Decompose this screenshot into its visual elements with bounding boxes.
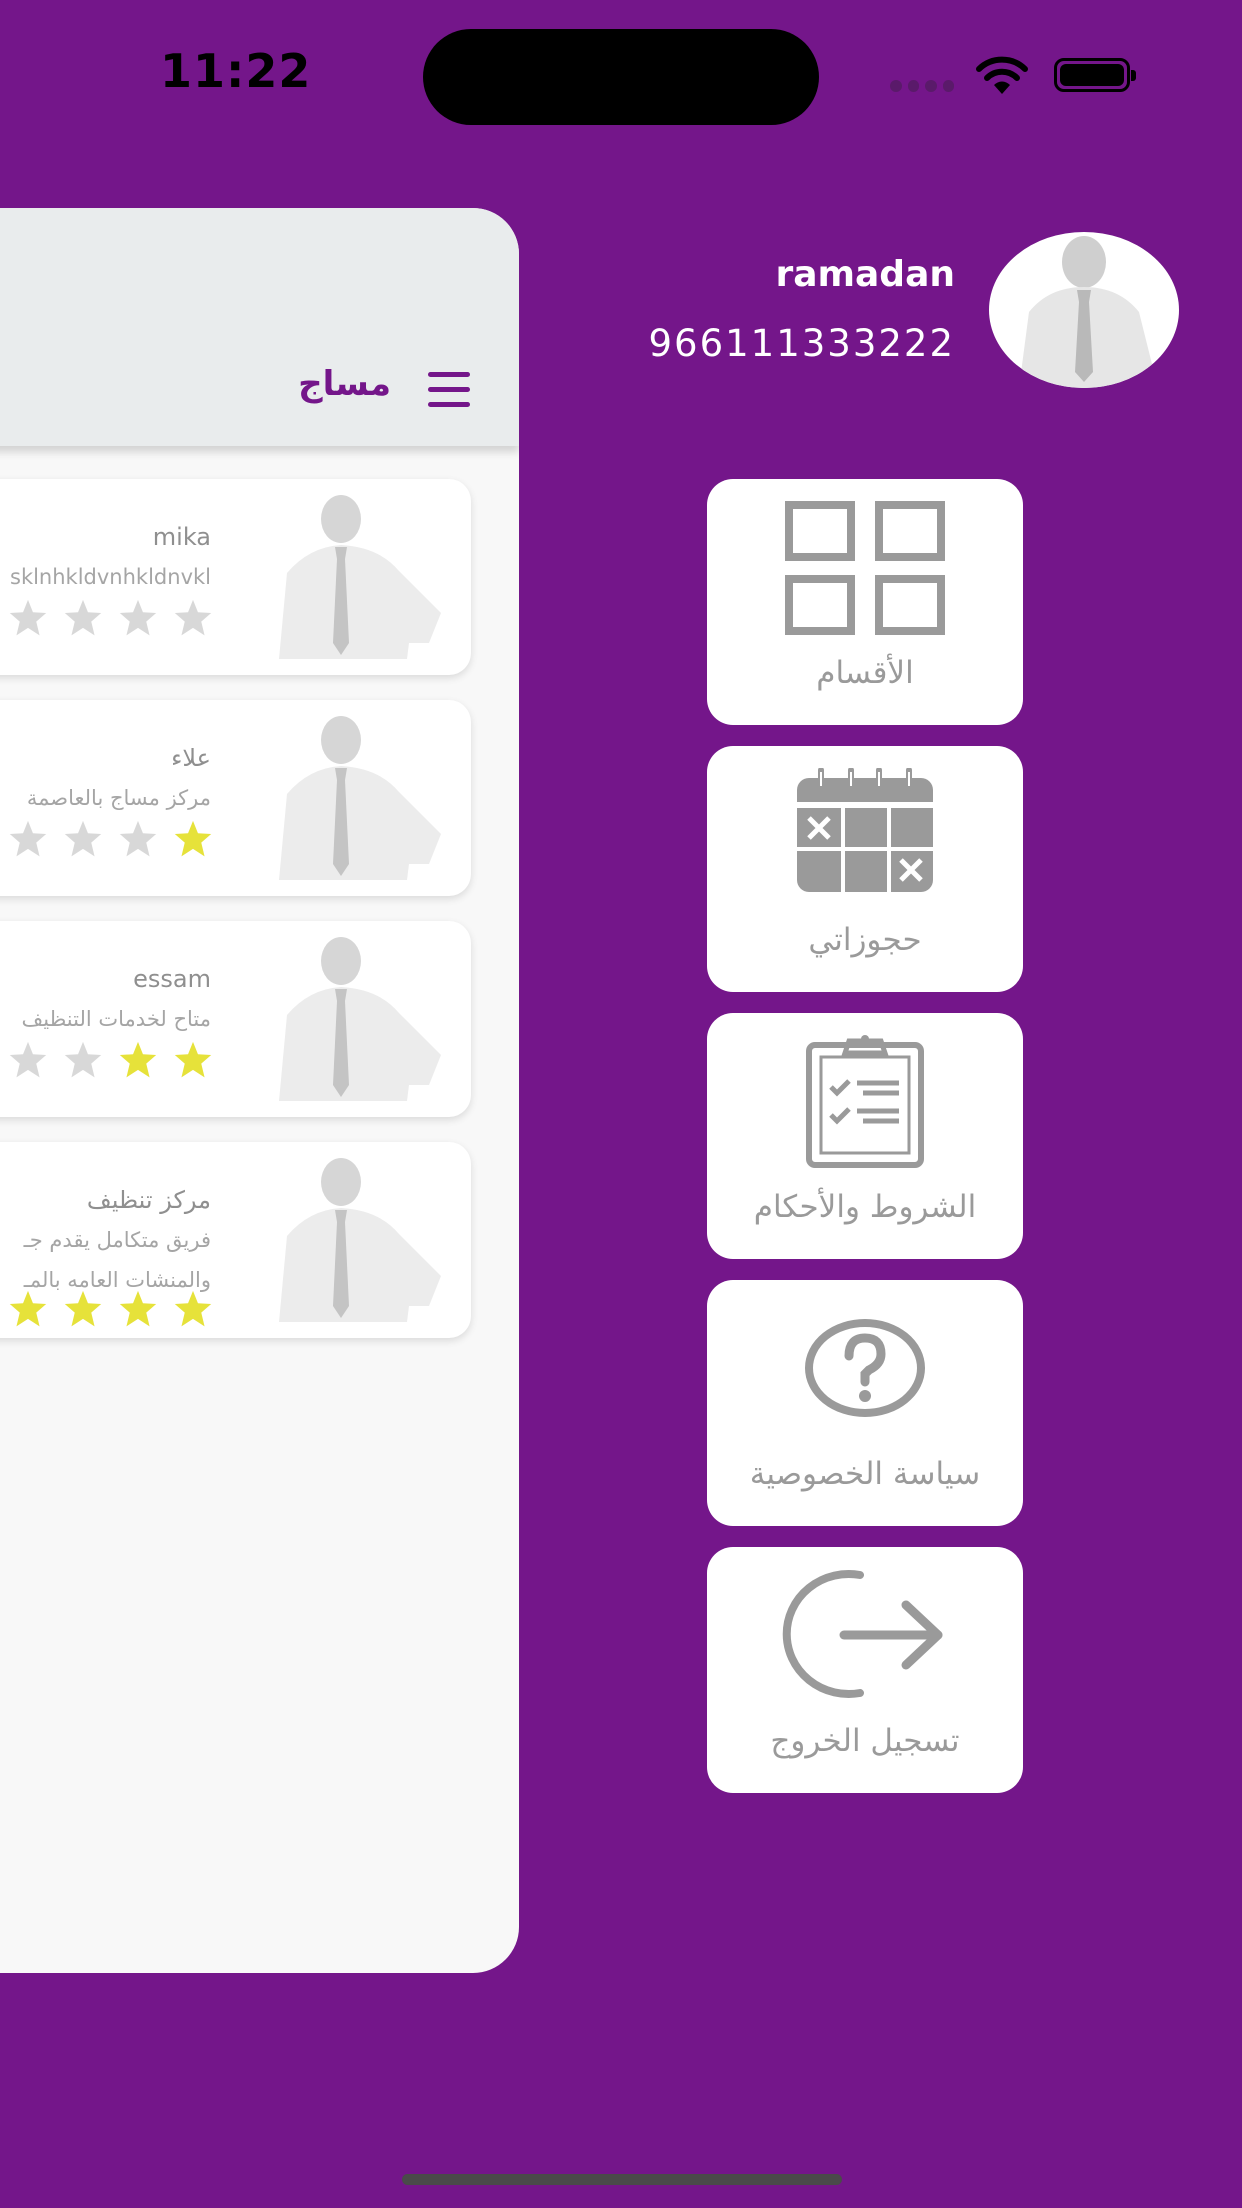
- menu-item-label: حجوزاتي: [808, 922, 922, 958]
- signal-icon: [890, 80, 954, 94]
- logout-icon: [782, 1570, 943, 1698]
- menu-item-label: تسجيل الخروج: [770, 1723, 960, 1759]
- status-time: 11:22: [160, 44, 312, 98]
- provider-description-line2: والمنشات العامه بالمـ: [23, 1268, 211, 1292]
- provider-avatar: [269, 1156, 444, 1322]
- profile-name: ramadan: [775, 254, 955, 295]
- provider-description: مركز مساج بالعاصمة: [26, 786, 211, 810]
- grid-icon: [785, 501, 945, 635]
- star-icon: [8, 599, 48, 641]
- provider-name: علاء: [171, 744, 211, 772]
- rating-stars: [8, 1041, 213, 1083]
- star-icon: [118, 820, 158, 862]
- star-icon: [63, 1290, 103, 1332]
- provider-avatar: [269, 493, 444, 659]
- star-icon: [173, 1290, 213, 1332]
- provider-avatar: [269, 714, 444, 880]
- provider-name: مركز تنظيف: [86, 1186, 211, 1214]
- page-title: مساج: [298, 364, 391, 404]
- question-circle-icon: [805, 1319, 925, 1417]
- wifi-icon: [976, 56, 1028, 94]
- star-icon: [8, 1290, 48, 1332]
- menu-item-sections[interactable]: الأقسام: [707, 479, 1023, 725]
- star-icon: [173, 599, 213, 641]
- star-icon: [63, 1041, 103, 1083]
- provider-avatar: [269, 935, 444, 1101]
- menu-item-label: الشروط والأحكام: [753, 1189, 977, 1225]
- provider-card[interactable]: mika sklnhkldvnhkldnvkl: [0, 479, 471, 675]
- provider-name: essam: [133, 965, 211, 993]
- menu-item-label: الأقسام: [816, 655, 914, 691]
- star-icon: [63, 599, 103, 641]
- profile-avatar[interactable]: [989, 232, 1179, 388]
- provider-name: mika: [152, 523, 211, 551]
- star-icon: [118, 599, 158, 641]
- app-header: مساج: [0, 208, 519, 446]
- star-icon: [173, 820, 213, 862]
- menu-item-label: سياسة الخصوصية: [749, 1456, 981, 1492]
- provider-description: sklnhkldvnhkldnvkl: [10, 565, 211, 589]
- dynamic-island: [423, 29, 819, 125]
- rating-stars: [8, 820, 213, 862]
- star-icon: [8, 820, 48, 862]
- person-avatar-icon: [1019, 236, 1154, 388]
- provider-description: متاح لخدمات التنظيف: [21, 1007, 212, 1031]
- provider-card[interactable]: علاء مركز مساج بالعاصمة: [0, 700, 471, 896]
- provider-description: فريق متكامل يقدم جـ: [23, 1228, 211, 1252]
- star-icon: [8, 1041, 48, 1083]
- rating-stars: [8, 599, 213, 641]
- menu-item-privacy[interactable]: سياسة الخصوصية: [707, 1280, 1023, 1526]
- main-content-panel: مساج mika sklnhkldvnhkldnvkl علاء مركز م…: [0, 208, 519, 1973]
- provider-card[interactable]: مركز تنظيف فريق متكامل يقدم جـ والمنشات …: [0, 1142, 471, 1338]
- provider-card[interactable]: essam متاح لخدمات التنظيف: [0, 921, 471, 1117]
- menu-item-my-bookings[interactable]: حجوزاتي: [707, 746, 1023, 992]
- rating-stars: [8, 1290, 213, 1332]
- star-icon: [63, 820, 103, 862]
- calendar-icon: [797, 768, 933, 892]
- star-icon: [118, 1290, 158, 1332]
- menu-item-terms[interactable]: الشروط والأحكام: [707, 1013, 1023, 1259]
- profile-phone: 966111333222: [648, 322, 955, 365]
- star-icon: [118, 1041, 158, 1083]
- home-indicator[interactable]: [402, 2174, 842, 2185]
- menu-item-logout[interactable]: تسجيل الخروج: [707, 1547, 1023, 1793]
- hamburger-icon[interactable]: [428, 372, 470, 417]
- battery-icon: [1054, 58, 1136, 92]
- clipboard-checklist-icon: [806, 1035, 924, 1168]
- star-icon: [173, 1041, 213, 1083]
